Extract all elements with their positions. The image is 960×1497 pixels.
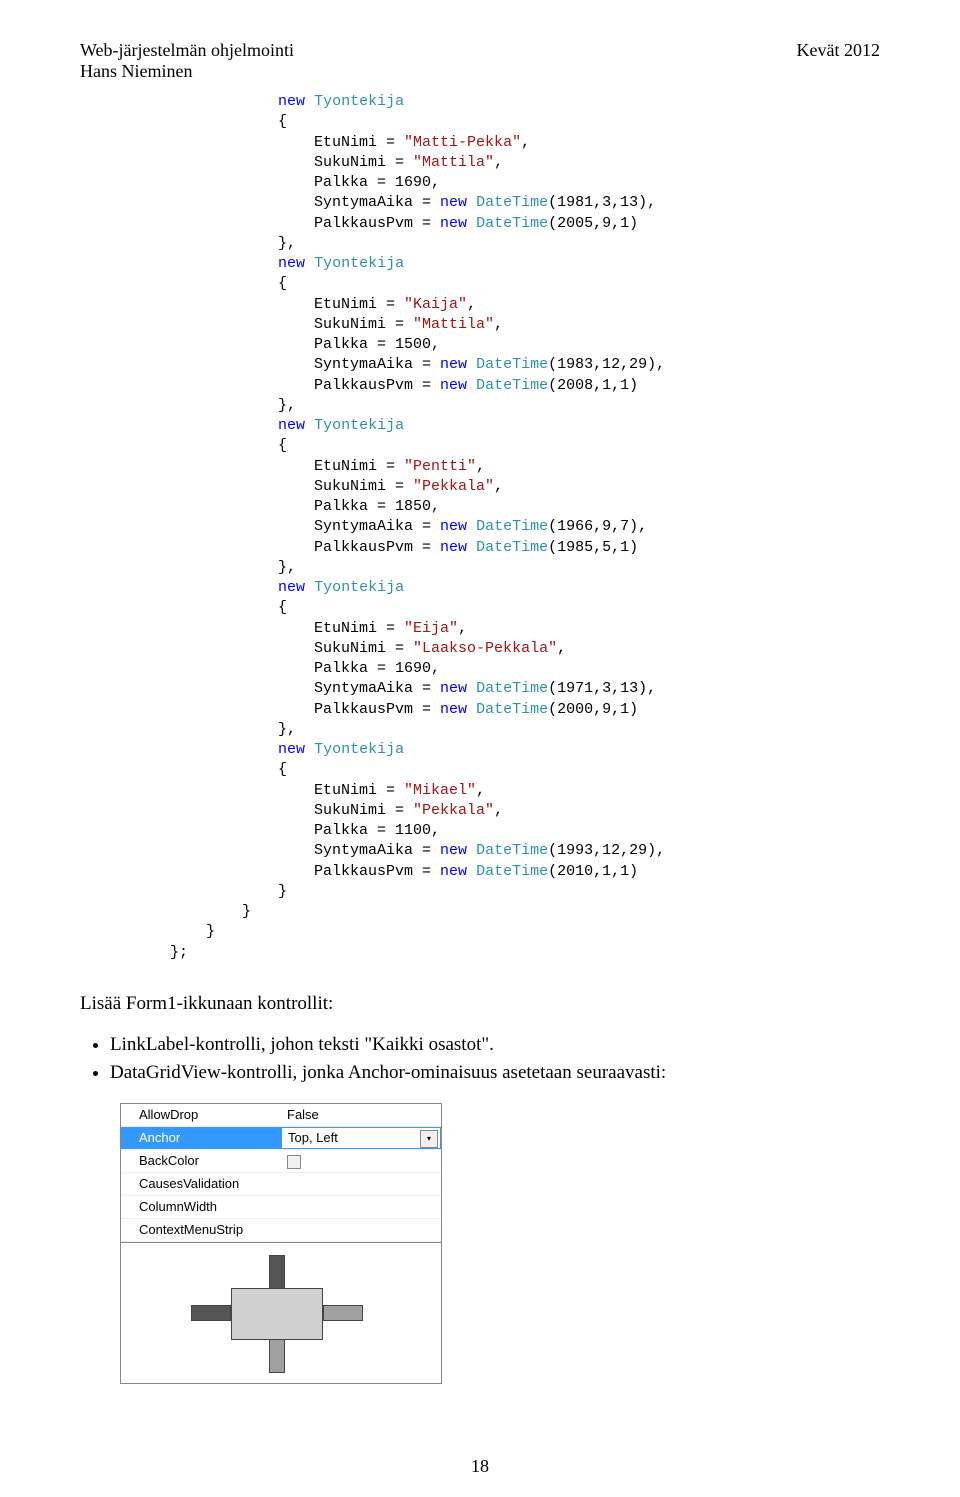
property-value-text: Top, Left bbox=[288, 1130, 338, 1145]
property-name: ColumnWidth bbox=[121, 1199, 281, 1214]
property-name: Anchor bbox=[121, 1130, 281, 1145]
anchor-bottom-handle[interactable] bbox=[269, 1339, 285, 1373]
property-value[interactable]: Top, Left ▾ bbox=[281, 1127, 441, 1149]
author-name: Hans Nieminen bbox=[80, 61, 294, 82]
list-item: DataGridView-kontrolli, jonka Anchor-omi… bbox=[110, 1062, 880, 1084]
page-header: Web-järjestelmän ohjelmointi Hans Niemin… bbox=[80, 40, 880, 82]
semester: Kevät 2012 bbox=[797, 40, 880, 82]
instructions-list: LinkLabel-kontrolli, johon teksti "Kaikk… bbox=[80, 1034, 880, 1084]
page: Web-järjestelmän ohjelmointi Hans Niemin… bbox=[0, 0, 960, 1497]
property-row[interactable]: AllowDrop False bbox=[121, 1104, 441, 1127]
anchor-right-handle[interactable] bbox=[323, 1305, 363, 1321]
anchor-editor[interactable] bbox=[120, 1243, 442, 1384]
property-value-text: False bbox=[287, 1107, 319, 1122]
property-row[interactable]: BackColor bbox=[121, 1150, 441, 1173]
anchor-left-handle[interactable] bbox=[191, 1305, 231, 1321]
property-name: AllowDrop bbox=[121, 1107, 281, 1122]
property-value[interactable]: False bbox=[281, 1107, 441, 1122]
property-name: ContextMenuStrip bbox=[121, 1222, 281, 1237]
chevron-down-icon[interactable]: ▾ bbox=[420, 1130, 438, 1148]
property-name: CausesValidation bbox=[121, 1176, 281, 1191]
property-name: BackColor bbox=[121, 1153, 281, 1168]
property-row[interactable]: ContextMenuStrip bbox=[121, 1219, 441, 1242]
anchor-top-handle[interactable] bbox=[269, 1255, 285, 1289]
page-number: 18 bbox=[0, 1456, 960, 1477]
property-row[interactable]: Anchor Top, Left ▾ bbox=[121, 1127, 441, 1150]
color-swatch-icon bbox=[287, 1155, 301, 1169]
course-title: Web-järjestelmän ohjelmointi bbox=[80, 40, 294, 61]
list-item: LinkLabel-kontrolli, johon teksti "Kaikk… bbox=[110, 1034, 880, 1056]
anchor-center bbox=[231, 1288, 323, 1340]
header-left: Web-järjestelmän ohjelmointi Hans Niemin… bbox=[80, 40, 294, 82]
instructions-intro: Lisää Form1-ikkunaan kontrollit: bbox=[80, 993, 880, 1015]
code-listing: new Tyontekija { EtuNimi = "Matti-Pekka"… bbox=[170, 92, 880, 963]
property-value[interactable] bbox=[281, 1153, 441, 1169]
property-row[interactable]: ColumnWidth bbox=[121, 1196, 441, 1219]
property-grid: AllowDrop False Anchor Top, Left ▾ BackColor C… bbox=[120, 1103, 442, 1243]
property-row[interactable]: CausesValidation bbox=[121, 1173, 441, 1196]
